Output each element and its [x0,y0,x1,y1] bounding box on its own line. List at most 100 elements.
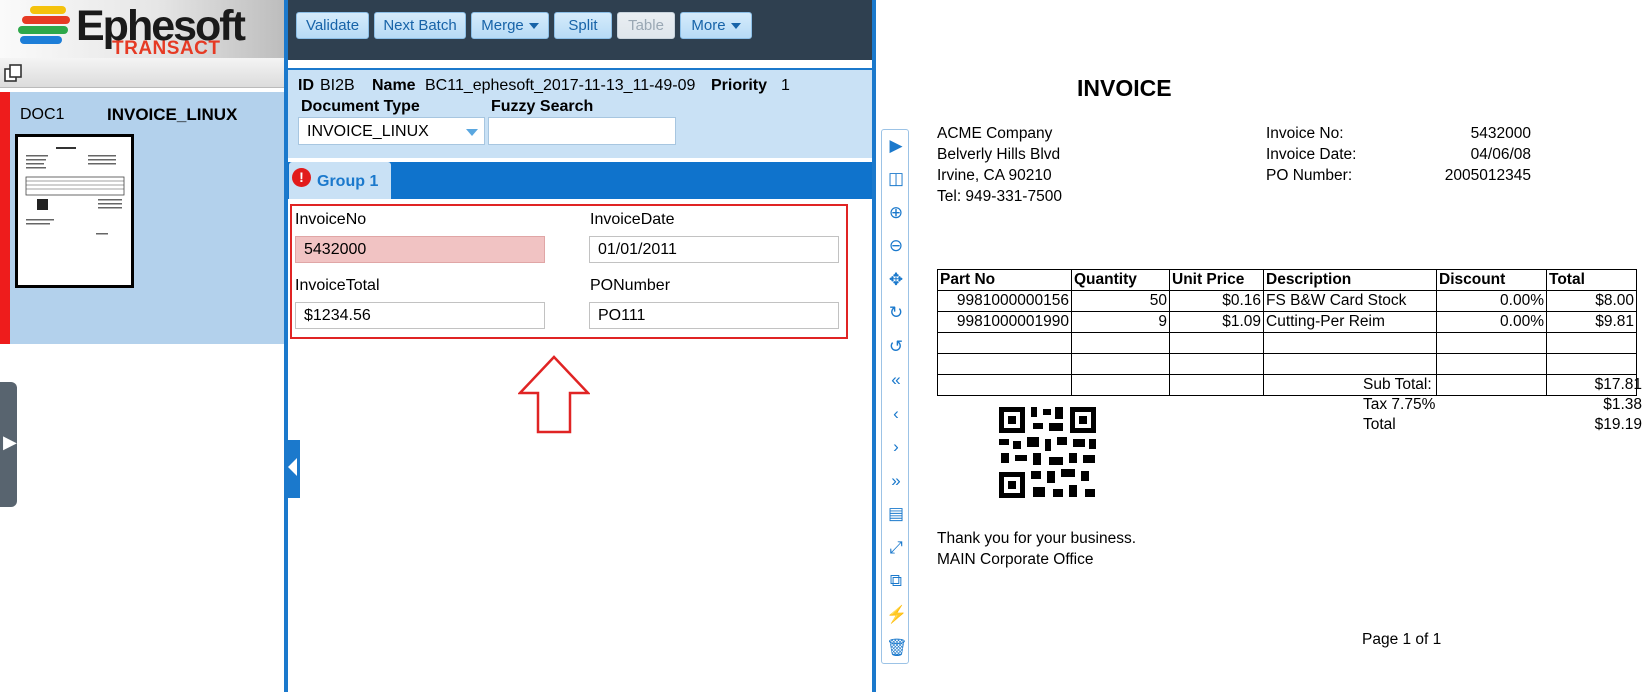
table-cell [1169,374,1264,396]
prev-page-icon[interactable]: ‹ [886,404,906,424]
priority-value: 1 [781,77,790,94]
left-panel-expand-tab[interactable]: ▶ [0,382,17,507]
table-header-row: Part No Quantity Unit Price Description … [937,269,1637,291]
table-cell [1071,353,1170,375]
document-list-toolbar [0,58,284,88]
trash-icon[interactable]: 🗑 [886,638,908,658]
table-cell [1071,374,1170,396]
qr-code [997,405,1098,500]
invoice-date-field[interactable]: 01/01/2011 [589,236,839,263]
table-cell [1436,353,1547,375]
company-name: ACME Company [937,125,1053,142]
dropdown-arrow-icon [466,129,478,136]
tab-group-1[interactable]: ! Group 1 [289,162,391,199]
company-phone: Tel: 949-331-7500 [937,188,1062,205]
fuzzy-search-label: Fuzzy Search [491,98,594,115]
tax-value: $1.38 [1603,396,1642,413]
document-icon[interactable]: ▤ [886,504,906,524]
collapse-arrow-icon [288,458,297,476]
table-cell: 9981000001990 [937,311,1072,333]
next-page-icon[interactable]: › [886,437,906,457]
invoice-image: INVOICE ACME Company Belverly Hills Blvd… [920,0,1651,692]
table-cell [1169,332,1264,354]
validate-label: Validate [305,17,360,34]
column-header: Unit Price [1169,269,1264,291]
zoom-in-icon[interactable]: ⊕ [886,203,906,223]
copy-icon[interactable] [3,62,25,84]
document-type-label: Document Type [301,98,420,115]
fit-icon[interactable]: ⤢ [886,538,906,558]
column-header: Description [1263,269,1437,291]
logo-stripe-yellow [30,6,66,14]
caret-down-icon [730,22,741,29]
table-cell: 9 [1071,311,1170,333]
merge-label: Merge [481,17,524,34]
total-value: $19.19 [1594,416,1642,433]
table-cell: Cutting-Per Reim [1263,311,1437,333]
rotate-ccw-icon[interactable]: ↺ [886,337,906,357]
expand-arrow-icon: ▶ [3,432,17,452]
line-items-table: Part No Quantity Unit Price Description … [937,269,1637,396]
po-number-field[interactable]: PO111 [589,302,839,329]
table-cell [1071,332,1170,354]
name-label: Name [372,77,416,94]
split-button[interactable]: Split [554,12,612,39]
error-alert-icon: ! [292,168,311,187]
table-cell: FS B&W Card Stock [1263,290,1437,312]
table-cell: $9.81 [1546,311,1637,333]
image-viewer-toolbar: ▶ ◫ ⊕ ⊖ ✥ ↻ ↺ « ‹ › » ▤ ⤢ ⧉ ⚡ 🗑 [881,129,909,664]
page-indicator: Page 1 of 1 [1362,631,1442,648]
left-panel: Ephesoft TRANSACT DOC1 INVOICE_LINUX ▶ [0,0,284,692]
document-type-value: INVOICE_LINUX [307,123,429,140]
table-cell: $1.09 [1169,311,1264,333]
table-cell [937,374,1072,396]
group-tab-strip: ! Group 1 [288,162,872,199]
table-cell: 0.00% [1436,311,1547,333]
company-city: Irvine, CA 90210 [937,167,1052,184]
document-card[interactable]: DOC1 INVOICE_LINUX [0,92,284,344]
table-row [937,353,1637,375]
table-label: Table [628,17,664,34]
thank-you-note: Thank you for your business. [937,530,1137,547]
invoice-date-caption: Invoice Date: [1266,146,1357,163]
table-cell: $8.00 [1546,290,1637,312]
id-label: ID [298,77,314,94]
table-cell [1546,353,1637,375]
logo-stripe-red [22,16,70,24]
logo-subtitle: TRANSACT [112,38,221,59]
copy-icon[interactable]: ⧉ [886,571,906,591]
more-button[interactable]: More [680,12,752,39]
table-cell [1436,374,1547,396]
first-page-icon[interactable]: « [886,370,906,390]
invoice-no-field[interactable]: 5432000 [295,236,545,263]
move-icon[interactable]: ✥ [886,270,906,290]
last-page-icon[interactable]: » [886,471,906,491]
invoice-total-field[interactable]: $1234.56 [295,302,545,329]
table-cell [1263,332,1437,354]
center-panel-border-right [872,0,876,692]
subtotal-label: Sub Total: [1363,376,1432,393]
batch-toolbar: Validate Next Batch Merge Split Table Mo… [288,0,872,60]
play-icon[interactable]: ▶ [886,136,906,156]
image-panel-collapse-tab[interactable] [288,440,300,498]
document-error-indicator [0,92,10,344]
validate-button[interactable]: Validate [296,12,369,39]
rotate-cw-icon[interactable]: ↻ [886,303,906,323]
subtotal-value: $17.81 [1594,376,1642,393]
document-type-select[interactable]: INVOICE_LINUX [298,117,485,145]
table-button[interactable]: Table [617,12,675,39]
office-note: MAIN Corporate Office [937,551,1094,568]
invoice-date-label: InvoiceDate [590,211,675,228]
fuzzy-search-input[interactable] [488,117,676,145]
zoom-out-icon[interactable]: ⊖ [886,236,906,256]
logo-stripe-blue [20,36,62,44]
caret-down-icon [528,22,539,29]
merge-button[interactable]: Merge [471,12,549,39]
invoice-no-text: 5432000 [1470,125,1531,142]
more-label: More [691,17,726,34]
next-batch-button[interactable]: Next Batch [374,12,466,39]
document-thumbnail[interactable] [15,134,134,288]
plug-icon[interactable]: ⚡ [886,605,907,625]
split-view-icon[interactable]: ◫ [886,169,906,189]
po-number-label: PONumber [590,277,671,294]
